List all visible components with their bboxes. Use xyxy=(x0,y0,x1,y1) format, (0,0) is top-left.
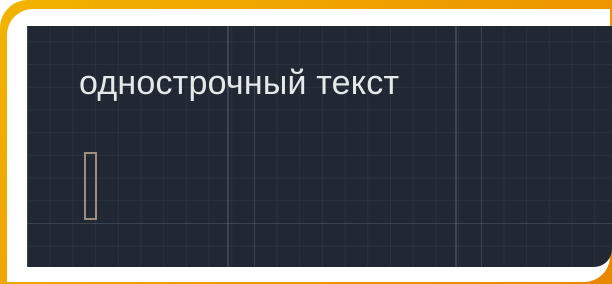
text-cursor-icon xyxy=(84,152,97,220)
grid-major-line xyxy=(227,26,229,267)
grid-major-line xyxy=(455,26,457,267)
single-line-text[interactable]: однострочный текст xyxy=(79,64,399,103)
drawing-canvas[interactable]: однострочный текст xyxy=(27,26,612,267)
